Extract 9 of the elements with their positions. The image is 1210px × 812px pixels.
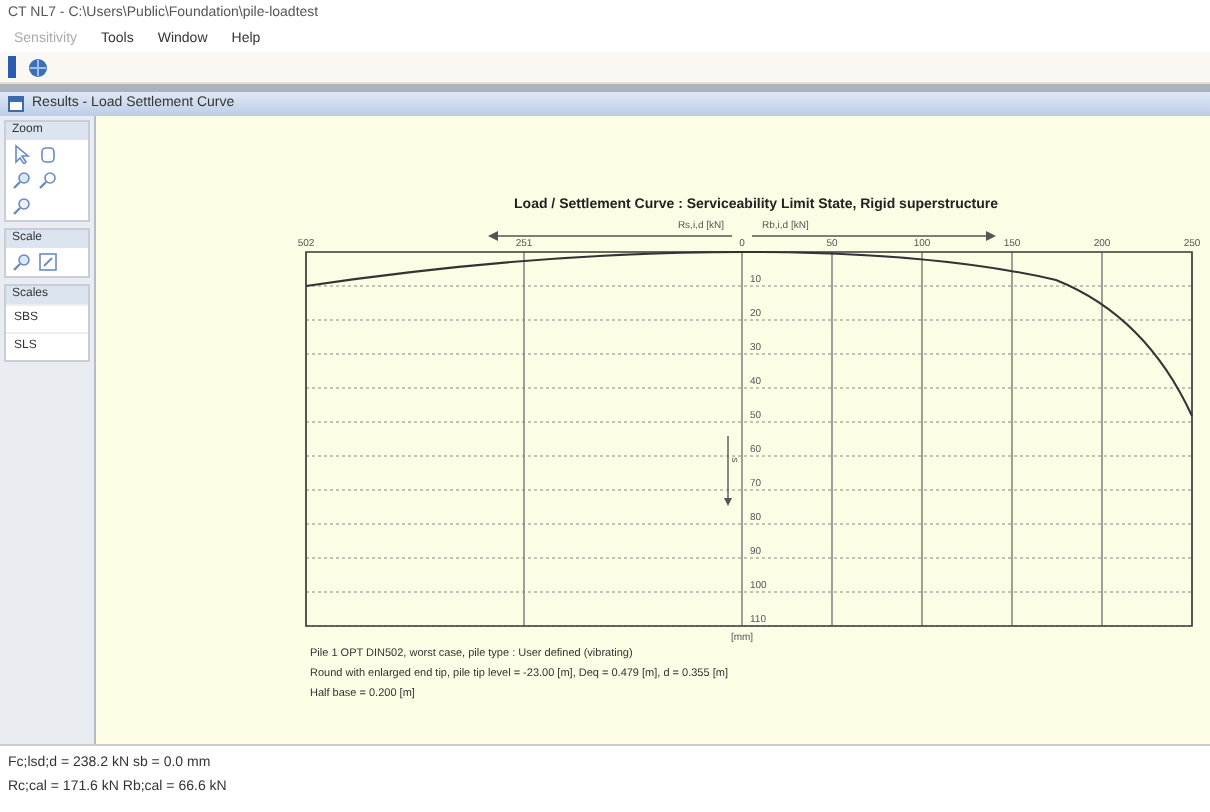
magnifier-icon[interactable] bbox=[12, 196, 32, 216]
globe-icon[interactable] bbox=[28, 57, 48, 77]
magnifier-icon[interactable] bbox=[12, 170, 32, 190]
magnifier-icon[interactable] bbox=[12, 252, 32, 272]
window-icon bbox=[8, 96, 24, 112]
axis-arrow bbox=[724, 435, 732, 506]
cursor-icon[interactable] bbox=[12, 144, 32, 164]
frame-icon[interactable] bbox=[38, 252, 58, 272]
magnifier-icon[interactable] bbox=[38, 170, 58, 190]
